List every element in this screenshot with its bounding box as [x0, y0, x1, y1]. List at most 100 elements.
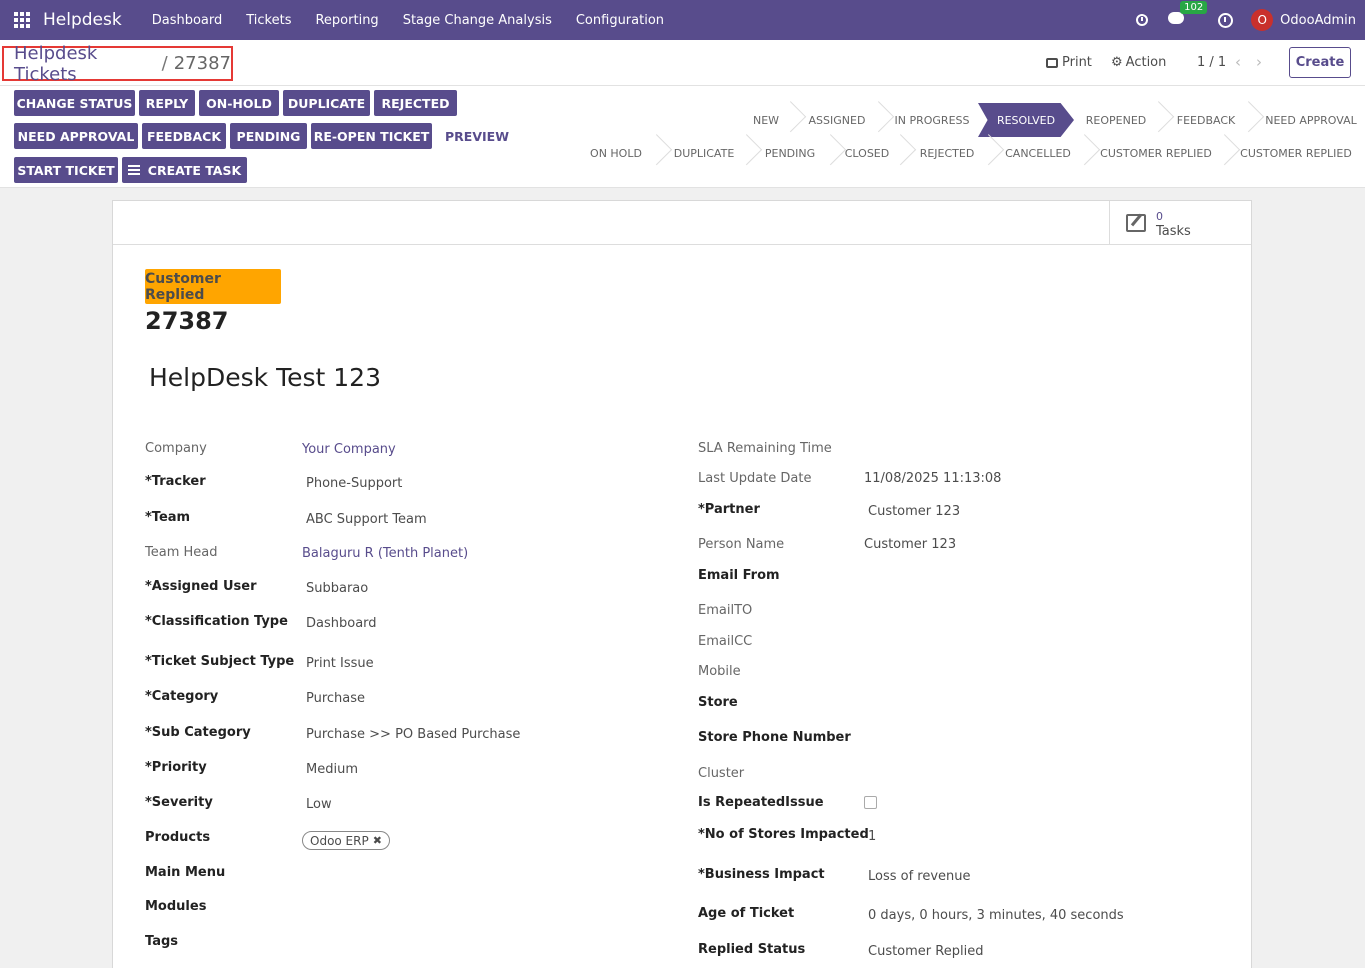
stage-assigned[interactable]: ASSIGNED — [800, 103, 874, 137]
severity-label: *Severity — [145, 795, 213, 810]
stage-reopened[interactable]: REOPENED — [1078, 103, 1154, 137]
pager-value[interactable]: 1 / 1 — [1197, 55, 1226, 70]
change-status-button[interactable]: CHANGE STATUS — [14, 90, 135, 116]
duplicate-button[interactable]: DUPLICATE — [283, 90, 370, 116]
team-label: *Team — [145, 510, 191, 525]
preview-button[interactable]: PREVIEW — [445, 129, 509, 144]
breadcrumb-current: 27387 — [173, 53, 231, 74]
reopen-ticket-button[interactable]: RE-OPEN TICKET — [311, 123, 432, 149]
stage-feedback[interactable]: FEEDBACK — [1168, 103, 1244, 137]
chat-count-badge: 102 — [1180, 1, 1208, 14]
ticket-name[interactable]: HelpDesk Test 123 — [149, 363, 381, 392]
priority-field[interactable]: Medium — [306, 762, 358, 777]
stores-impacted-field[interactable]: 1 — [868, 829, 876, 844]
product-tag-label: Odoo ERP — [310, 833, 369, 848]
stores-impacted-label: *No of Stores Impacted — [698, 827, 869, 842]
activity-clock-icon[interactable] — [1218, 12, 1234, 28]
close-icon[interactable]: ✖ — [373, 834, 382, 847]
priority-label: *Priority — [145, 760, 207, 775]
category-field[interactable]: Purchase — [306, 691, 365, 706]
apps-menu-icon[interactable] — [14, 12, 30, 28]
assigned-user-field[interactable]: Subbarao — [306, 581, 368, 596]
person-name-label: Person Name — [698, 537, 785, 552]
stage-resolved[interactable]: RESOLVED — [978, 103, 1074, 137]
email-cc-label: EmailCC — [698, 634, 753, 649]
stage-cancelled[interactable]: CANCELLED — [998, 136, 1078, 170]
timer-icon[interactable] — [1136, 14, 1149, 26]
user-menu[interactable]: OdooAdmin — [1280, 13, 1356, 28]
start-ticket-button[interactable]: START TICKET — [14, 157, 118, 183]
chevron-right-icon[interactable]: › — [1256, 53, 1262, 71]
pending-button[interactable]: PENDING — [230, 123, 307, 149]
create-task-button[interactable]: CREATE TASK — [122, 157, 247, 183]
rejected-button[interactable]: REJECTED — [374, 90, 457, 116]
team-head-label: Team Head — [145, 545, 218, 560]
action-label: Action — [1125, 55, 1167, 70]
team-head-field[interactable]: Balaguru R (Tenth Planet) — [302, 546, 468, 561]
repeated-issue-checkbox[interactable] — [864, 796, 877, 809]
business-impact-label: *Business Impact — [698, 867, 825, 882]
assigned-user-label: *Assigned User — [145, 579, 257, 594]
tracker-label: *Tracker — [145, 474, 206, 489]
company-label: Company — [145, 441, 207, 456]
list-icon — [127, 165, 140, 175]
stage-customer-replied-2[interactable]: CUSTOMER REPLIED — [1234, 136, 1358, 170]
stage-duplicate[interactable]: DUPLICATE — [666, 136, 742, 170]
stage-separator — [786, 103, 798, 137]
gear-icon: ⚙ — [1111, 55, 1123, 70]
stage-customer-replied[interactable]: CUSTOMER REPLIED — [1094, 136, 1218, 170]
breadcrumb-helpdesk-tickets[interactable]: Helpdesk Tickets — [14, 43, 156, 85]
person-name-field[interactable]: Customer 123 — [864, 537, 956, 552]
smart-button-box: 0 Tasks — [113, 201, 1251, 245]
tracker-field[interactable]: Phone-Support — [306, 476, 402, 491]
stage-separator — [1080, 136, 1092, 170]
category-label: *Category — [145, 689, 219, 704]
company-field[interactable]: Your Company — [302, 442, 396, 457]
sub-category-label: *Sub Category — [145, 725, 251, 740]
business-impact-field[interactable]: Loss of revenue — [868, 869, 971, 884]
app-brand[interactable]: Helpdesk — [43, 10, 122, 30]
print-button[interactable]: Print — [1046, 55, 1092, 70]
feedback-button[interactable]: FEEDBACK — [142, 123, 226, 149]
stage-closed[interactable]: CLOSED — [840, 136, 894, 170]
mobile-label: Mobile — [698, 664, 741, 679]
tasks-smart-button[interactable]: 0 Tasks — [1109, 201, 1251, 245]
create-button[interactable]: Create — [1289, 47, 1351, 78]
classification-type-field[interactable]: Dashboard — [306, 616, 377, 631]
team-field[interactable]: ABC Support Team — [306, 512, 427, 527]
sub-category-field[interactable]: Purchase >> PO Based Purchase — [306, 727, 520, 742]
tasks-label: Tasks — [1156, 224, 1191, 239]
menu-tickets[interactable]: Tickets — [246, 13, 291, 28]
age-of-ticket-field: 0 days, 0 hours, 3 minutes, 40 seconds — [868, 908, 1124, 923]
form-header: CHANGE STATUS REPLY ON-HOLD DUPLICATE RE… — [0, 86, 1365, 188]
stage-rejected[interactable]: REJECTED — [910, 136, 984, 170]
menu-configuration[interactable]: Configuration — [576, 13, 664, 28]
stage-need-approval[interactable]: NEED APPROVAL — [1258, 103, 1364, 137]
product-tag[interactable]: Odoo ERP ✖ — [302, 831, 390, 850]
reply-button[interactable]: REPLY — [139, 90, 195, 116]
status-badge: Customer Replied — [145, 269, 281, 304]
stage-separator — [1220, 136, 1232, 170]
menu-dashboard[interactable]: Dashboard — [152, 13, 223, 28]
menu-reporting[interactable]: Reporting — [315, 13, 378, 28]
store-phone-label: Store Phone Number — [698, 730, 851, 745]
partner-field[interactable]: Customer 123 — [868, 504, 960, 519]
stage-separator — [1244, 103, 1256, 137]
ticket-subject-type-field[interactable]: Print Issue — [306, 656, 374, 671]
messaging-menu[interactable]: 102 — [1168, 1, 1208, 28]
avatar[interactable]: O — [1251, 9, 1274, 31]
chevron-left-icon[interactable]: ‹ — [1235, 53, 1241, 71]
action-button[interactable]: ⚙ Action — [1111, 55, 1166, 70]
severity-field[interactable]: Low — [306, 797, 332, 812]
stage-on-hold[interactable]: ON HOLD — [582, 136, 650, 170]
cluster-label: Cluster — [698, 766, 745, 781]
stage-pending[interactable]: PENDING — [756, 136, 824, 170]
on-hold-button[interactable]: ON-HOLD — [199, 90, 279, 116]
stage-separator — [1154, 103, 1166, 137]
need-approval-button[interactable]: NEED APPROVAL — [14, 123, 138, 149]
form-sheet: 0 Tasks Customer Replied 27387 HelpDesk … — [112, 200, 1252, 968]
replied-status-field: Customer Replied — [868, 944, 984, 959]
age-of-ticket-label: Age of Ticket — [698, 906, 795, 921]
stage-in-progress[interactable]: IN PROGRESS — [888, 103, 976, 137]
menu-stage-change-analysis[interactable]: Stage Change Analysis — [403, 13, 552, 28]
